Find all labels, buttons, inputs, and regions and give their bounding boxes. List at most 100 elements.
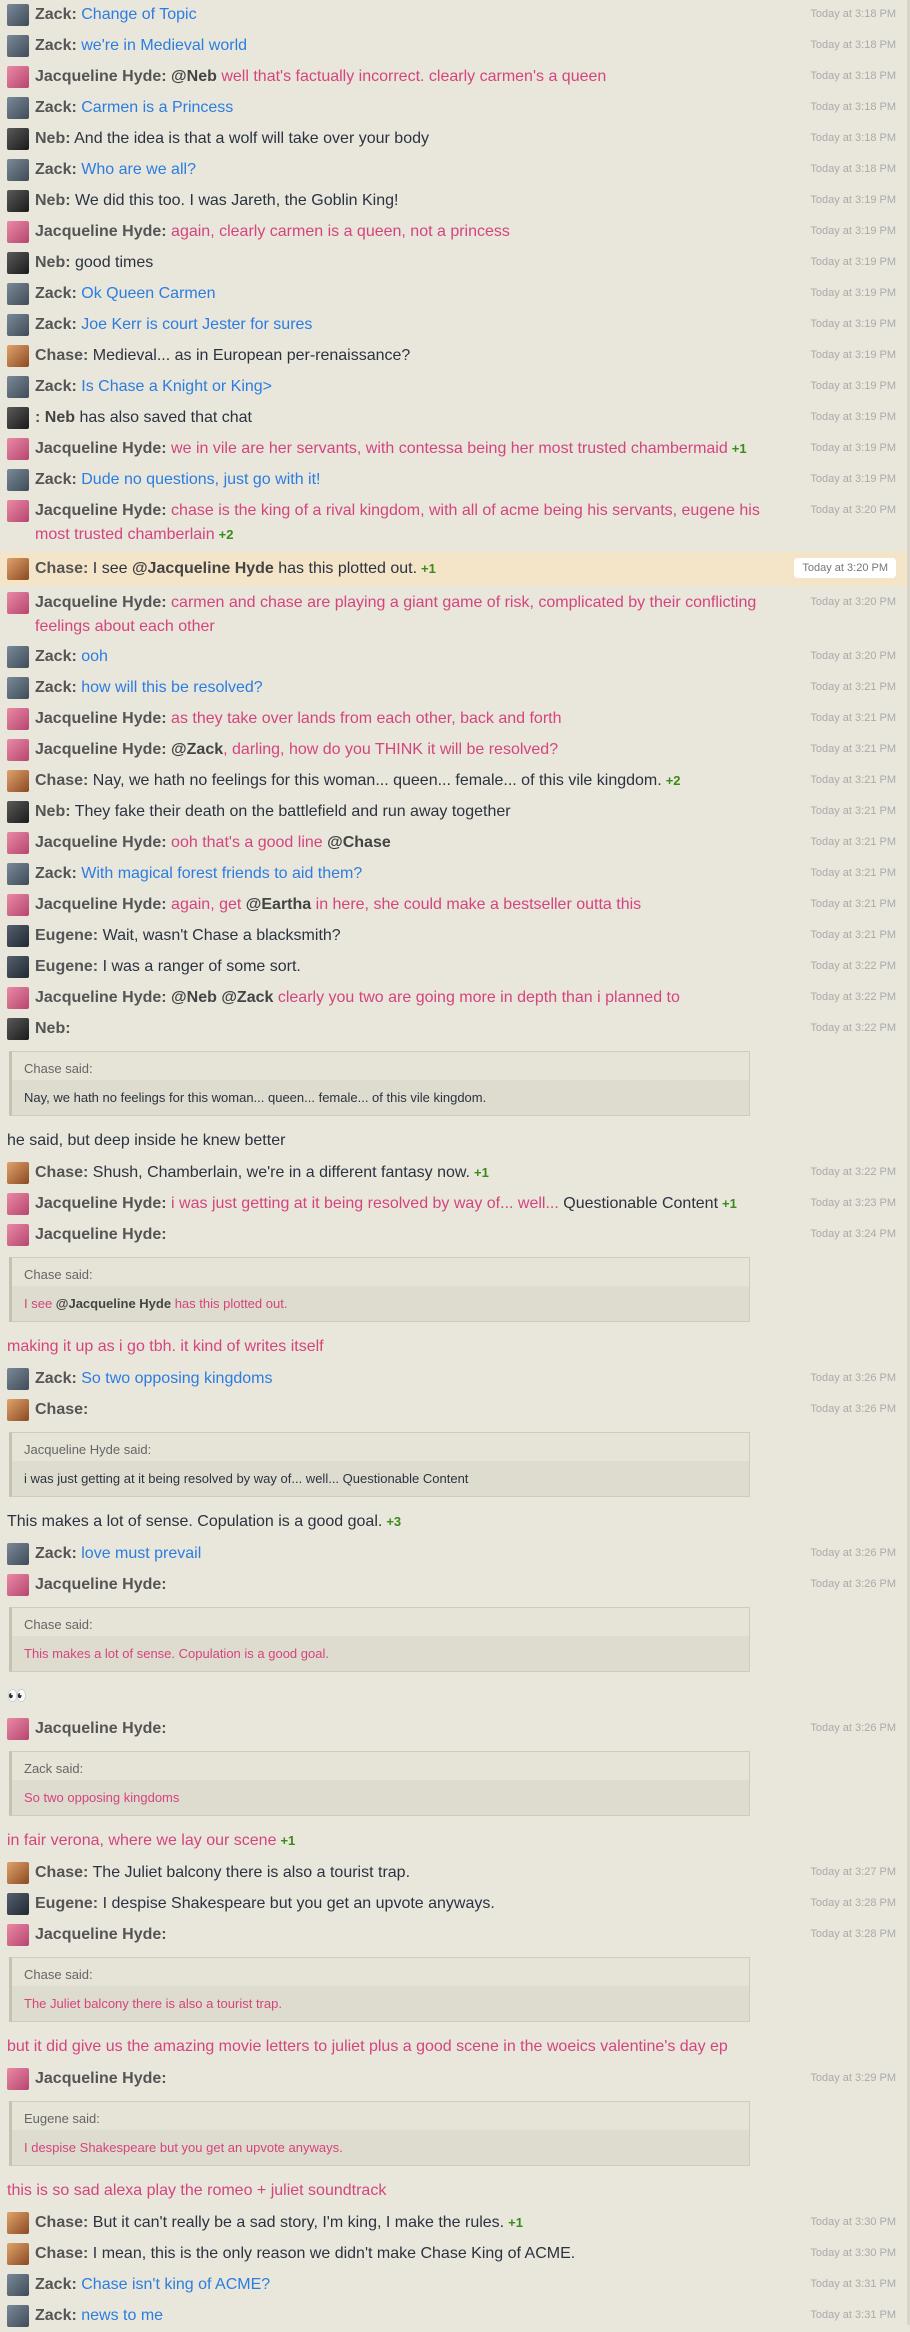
author-name[interactable]: Zack: xyxy=(35,37,77,54)
chat-message[interactable]: Chase: But it can't really be a sad stor… xyxy=(0,2208,910,2239)
author-name[interactable]: Jacqueline Hyde: xyxy=(35,710,167,727)
author-name[interactable]: Eugene: xyxy=(35,1895,98,1912)
zack-avatar[interactable] xyxy=(7,646,29,668)
author-name[interactable]: Zack: xyxy=(35,1370,77,1387)
chat-message[interactable]: Jacqueline Hyde: as they take over lands… xyxy=(0,704,910,735)
chat-message[interactable]: Zack: Who are we all? Today at 3:18 PM xyxy=(0,155,910,186)
chat-message[interactable]: Chase: Today at 3:26 PM xyxy=(0,1395,910,1426)
neb-avatar[interactable] xyxy=(7,1018,29,1040)
message-timestamp[interactable]: Today at 3:20 PM xyxy=(794,558,896,578)
author-name[interactable]: Jacqueline Hyde: xyxy=(35,989,167,1006)
author-name[interactable]: Neb: xyxy=(35,1020,71,1037)
message-timestamp[interactable]: Today at 3:19 PM xyxy=(810,256,896,268)
message-timestamp[interactable]: Today at 3:20 PM xyxy=(810,596,896,608)
author-name[interactable]: Jacqueline Hyde: xyxy=(35,2070,167,2087)
mention[interactable]: @Neb xyxy=(167,68,217,85)
author-name[interactable]: Jacqueline Hyde: xyxy=(35,1195,167,1212)
chase-avatar[interactable] xyxy=(7,1399,29,1421)
chat-message[interactable]: Neb: good times Today at 3:19 PM xyxy=(0,248,910,279)
upvote-count[interactable]: +1 xyxy=(421,561,436,576)
chase-avatar[interactable] xyxy=(7,558,29,580)
mention[interactable]: @Chase xyxy=(327,834,391,851)
author-name[interactable]: Zack: xyxy=(35,285,77,302)
author-name[interactable]: Neb: xyxy=(35,803,71,820)
chat-message[interactable]: Zack: Joe Kerr is court Jester for sures… xyxy=(0,310,910,341)
message-timestamp[interactable]: Today at 3:30 PM xyxy=(810,2247,896,2259)
jacqueline-hyde-avatar[interactable] xyxy=(7,1224,29,1246)
chat-message[interactable]: Zack: we're in Medieval world Today at 3:… xyxy=(0,31,910,62)
zack-avatar[interactable] xyxy=(7,159,29,181)
chat-message[interactable]: Jacqueline Hyde: Today at 3:29 PM xyxy=(0,2064,910,2095)
chat-message[interactable]: Chase: I mean, this is the only reason w… xyxy=(0,2239,910,2270)
chat-message[interactable]: Jacqueline Hyde: Today at 3:26 PM xyxy=(0,1570,910,1601)
mention[interactable]: @Neb @Zack xyxy=(167,989,273,1006)
author-name[interactable]: Chase: xyxy=(35,1164,88,1181)
chat-message[interactable]: Chase: The Juliet balcony there is also … xyxy=(0,1858,910,1889)
author-name[interactable]: Chase: xyxy=(35,560,88,577)
author-name[interactable]: Zack: xyxy=(35,99,77,116)
zack-avatar[interactable] xyxy=(7,2274,29,2296)
message-timestamp[interactable]: Today at 3:19 PM xyxy=(810,349,896,361)
chase-avatar[interactable] xyxy=(7,1862,29,1884)
chat-message[interactable]: Neb: They fake their death on the battle… xyxy=(0,797,910,828)
message-timestamp[interactable]: Today at 3:21 PM xyxy=(810,712,896,724)
chase-avatar[interactable] xyxy=(7,1162,29,1184)
chat-message[interactable]: Jacqueline Hyde: again, clearly carmen i… xyxy=(0,217,910,248)
zack-avatar[interactable] xyxy=(7,469,29,491)
author-name[interactable]: Jacqueline Hyde: xyxy=(35,741,167,758)
author-name[interactable]: Jacqueline Hyde: xyxy=(35,1926,167,1943)
author-name[interactable]: Chase: xyxy=(35,2245,88,2262)
zack-avatar[interactable] xyxy=(7,314,29,336)
author-name[interactable]: Zack: xyxy=(35,161,77,178)
zack-avatar[interactable] xyxy=(7,863,29,885)
author-name[interactable]: Zack: xyxy=(35,316,77,333)
author-name[interactable]: Jacqueline Hyde: xyxy=(35,68,167,85)
message-timestamp[interactable]: Today at 3:21 PM xyxy=(810,898,896,910)
chat-message[interactable]: Zack: Chase isn't king of ACME? Today at … xyxy=(0,2270,910,2301)
message-timestamp[interactable]: Today at 3:21 PM xyxy=(810,805,896,817)
message-timestamp[interactable]: Today at 3:22 PM xyxy=(810,991,896,1003)
author-name[interactable]: Chase: xyxy=(35,2214,88,2231)
mention[interactable]: @Jacqueline Hyde xyxy=(132,560,274,577)
mention[interactable]: Neb xyxy=(40,409,75,426)
chat-message[interactable]: Chase: Nay, we hath no feelings for this… xyxy=(0,766,910,797)
author-name[interactable]: Jacqueline Hyde: xyxy=(35,896,167,913)
neb-avatar[interactable] xyxy=(7,801,29,823)
chat-message[interactable]: Jacqueline Hyde: again, get @Eartha in h… xyxy=(0,890,910,921)
author-name[interactable]: Zack: xyxy=(35,1545,77,1562)
message-timestamp[interactable]: Today at 3:28 PM xyxy=(810,1897,896,1909)
chat-message[interactable]: Eugene: I was a ranger of some sort. Toda… xyxy=(0,952,910,983)
author-name[interactable]: Zack: xyxy=(35,679,77,696)
jacqueline-hyde-avatar[interactable] xyxy=(7,987,29,1009)
zack-avatar[interactable] xyxy=(7,376,29,398)
message-timestamp[interactable]: Today at 3:19 PM xyxy=(810,194,896,206)
chat-message[interactable]: Zack: Ok Queen Carmen Today at 3:19 PM xyxy=(0,279,910,310)
message-timestamp[interactable]: Today at 3:20 PM xyxy=(810,504,896,516)
chat-message[interactable]: Neb: We did this too. I was Jareth, the … xyxy=(0,186,910,217)
chat-message[interactable]: Zack: love must prevail Today at 3:26 PM xyxy=(0,1539,910,1570)
author-name[interactable]: Jacqueline Hyde: xyxy=(35,594,167,611)
neb-avatar[interactable] xyxy=(7,252,29,274)
highlighted-message[interactable]: Chase: I see @Jacqueline Hyde has this p… xyxy=(0,552,910,586)
zack-avatar[interactable] xyxy=(7,35,29,57)
chat-message[interactable]: Chase: Medieval... as in European per-re… xyxy=(0,341,910,372)
jacqueline-hyde-avatar[interactable] xyxy=(7,221,29,243)
author-name[interactable]: Jacqueline Hyde: xyxy=(35,1720,167,1737)
message-timestamp[interactable]: Today at 3:21 PM xyxy=(810,774,896,786)
author-name[interactable]: Zack: xyxy=(35,648,77,665)
chat-message[interactable]: Zack: news to me Today at 3:31 PM xyxy=(0,2301,910,2332)
chat-message[interactable]: Chase: Shush, Chamberlain, we're in a di… xyxy=(0,1158,910,1189)
chat-message[interactable]: Jacqueline Hyde: i was just getting at i… xyxy=(0,1189,910,1220)
message-timestamp[interactable]: Today at 3:29 PM xyxy=(810,2072,896,2084)
message-timestamp[interactable]: Today at 3:19 PM xyxy=(810,473,896,485)
zack-avatar[interactable] xyxy=(7,4,29,26)
message-timestamp[interactable]: Today at 3:18 PM xyxy=(810,8,896,20)
zack-avatar[interactable] xyxy=(7,2305,29,2327)
eugene-avatar[interactable] xyxy=(7,925,29,947)
author-name[interactable]: Zack: xyxy=(35,865,77,882)
author-name[interactable]: Neb: xyxy=(35,130,71,147)
upvote-count[interactable]: +1 xyxy=(474,1165,489,1180)
chat-message[interactable]: Jacqueline Hyde: @Neb @Zack clearly you … xyxy=(0,983,910,1014)
message-timestamp[interactable]: Today at 3:18 PM xyxy=(810,132,896,144)
chat-message[interactable]: Zack: Change of Topic Today at 3:18 PM xyxy=(0,0,910,31)
